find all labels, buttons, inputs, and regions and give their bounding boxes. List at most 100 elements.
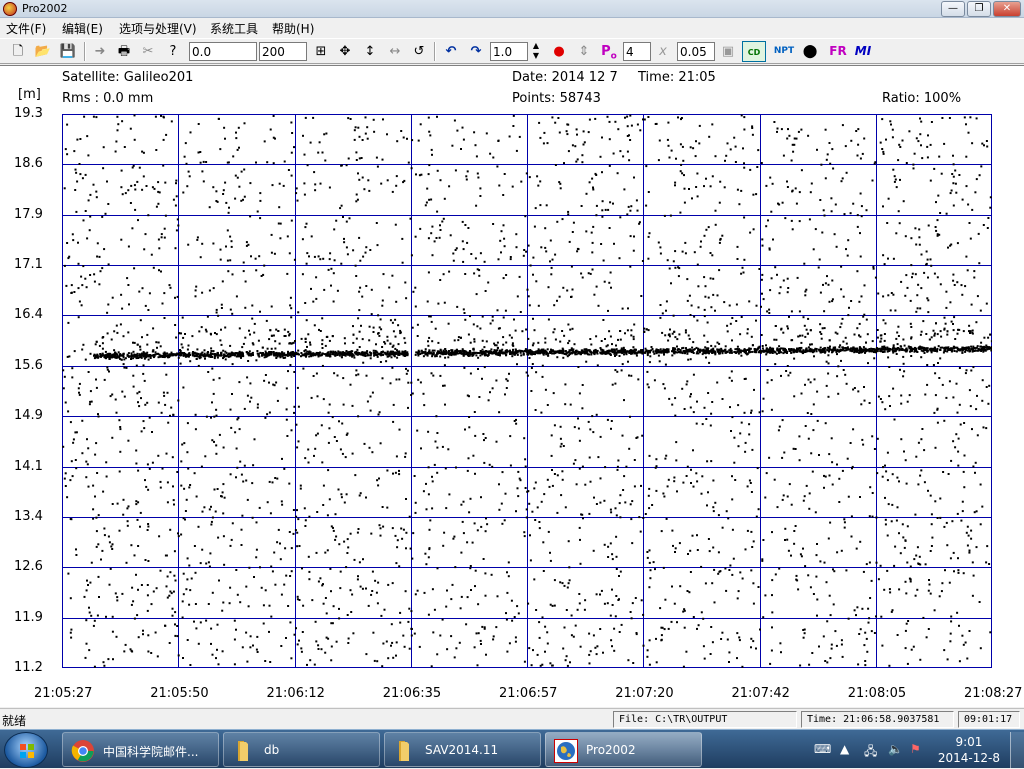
save-icon[interactable]: 💾 [58, 41, 78, 62]
minimize-button[interactable]: — [941, 1, 965, 17]
redo-icon[interactable]: ↷ [466, 41, 486, 62]
npt-icon[interactable]: NPT [772, 41, 796, 62]
noise-point [71, 460, 73, 462]
threshold-field[interactable] [677, 42, 715, 61]
help-question-icon[interactable]: ? [163, 41, 183, 62]
noise-point [380, 318, 382, 320]
open-folder-icon[interactable]: 📂 [33, 41, 53, 62]
noise-point [238, 127, 240, 129]
noise-point [248, 605, 250, 607]
noise-point [251, 318, 253, 320]
noise-point [731, 416, 733, 418]
signal-point [569, 353, 571, 355]
noise-point [450, 598, 452, 600]
noise-point [75, 172, 77, 174]
vertical-resize-icon[interactable]: ↕ [360, 41, 380, 62]
noise-point [737, 189, 739, 191]
noise-point [65, 148, 67, 150]
noise-point [280, 223, 282, 225]
scatter-plot[interactable] [62, 114, 992, 668]
noise-point [350, 589, 352, 591]
close-button[interactable]: ✕ [993, 1, 1021, 17]
noise-point [144, 404, 146, 406]
menu-edit[interactable]: 编辑(E) [62, 20, 103, 37]
record-dot-icon[interactable]: ● [549, 41, 569, 62]
noise-point [603, 500, 605, 502]
noise-point [847, 458, 849, 460]
noise-point [281, 458, 283, 460]
noise-point [664, 215, 666, 217]
noise-point [704, 296, 706, 298]
noise-point [646, 371, 648, 373]
noise-point [476, 293, 478, 295]
noise-point [269, 481, 271, 483]
forward-arrow-icon[interactable]: ➜ [90, 41, 110, 62]
noise-point [99, 256, 101, 258]
disk-icon[interactable]: ▣ [718, 41, 738, 62]
mi-icon[interactable]: MI [851, 41, 875, 62]
noise-point [828, 362, 830, 364]
noise-point [731, 574, 733, 576]
p0-icon[interactable]: Po [599, 41, 619, 62]
noise-point [405, 452, 407, 454]
cd-toggle-icon[interactable]: CD [742, 41, 766, 62]
noise-point [565, 659, 567, 661]
noise-point [750, 531, 752, 533]
cut-icon[interactable]: ✂ [138, 41, 158, 62]
noise-point [482, 316, 484, 318]
noise-point [131, 587, 133, 589]
menu-help[interactable]: 帮助(H) [272, 20, 314, 37]
scale-spinner-icon[interactable]: ▲▼ [528, 41, 544, 62]
point-dot-icon[interactable]: ⬤ [800, 41, 820, 62]
undo-icon[interactable]: ↶ [441, 41, 461, 62]
noise-point [576, 483, 578, 485]
noise-point [946, 334, 948, 336]
app-icon[interactable] [3, 2, 17, 16]
noise-point [295, 424, 297, 426]
noise-point [951, 321, 953, 323]
noise-point [831, 644, 833, 646]
noise-point [495, 380, 497, 382]
noise-point [642, 260, 644, 262]
noise-point [238, 381, 240, 383]
menu-options[interactable]: 选项与处理(V) [119, 20, 197, 37]
noise-point [382, 300, 384, 302]
vertical-adjust-icon[interactable]: ⇕ [574, 41, 594, 62]
noise-point [259, 200, 261, 202]
fr-icon[interactable]: FR [826, 41, 850, 62]
fit-grid-icon[interactable]: ⊞ [311, 41, 331, 62]
noise-point [273, 115, 275, 117]
noise-point [979, 601, 981, 603]
noise-point [526, 517, 528, 519]
noise-point [674, 397, 676, 399]
noise-point [316, 373, 318, 375]
noise-point [862, 444, 864, 446]
p0-field[interactable] [623, 42, 651, 61]
noise-point [939, 517, 941, 519]
noise-point [530, 559, 532, 561]
noise-point [928, 590, 930, 592]
noise-point [745, 378, 747, 380]
noise-point [141, 151, 143, 153]
refresh-icon[interactable]: ↺ [409, 41, 429, 62]
scale-field[interactable] [490, 42, 528, 61]
horizontal-resize-icon[interactable]: ↔ [385, 41, 405, 62]
noise-point [675, 441, 677, 443]
start-field[interactable] [189, 42, 257, 61]
x-variable-icon[interactable]: x [653, 41, 673, 62]
noise-point [544, 337, 546, 339]
span-field[interactable] [259, 42, 307, 61]
menu-system-tools[interactable]: 系统工具 [210, 20, 258, 37]
noise-point [444, 404, 446, 406]
noise-point [137, 589, 139, 591]
print-icon[interactable]: 🖶 [114, 41, 134, 62]
new-file-icon[interactable]: 🗋 [8, 41, 28, 62]
noise-point [579, 539, 581, 541]
move-cross-icon[interactable]: ✥ [335, 41, 355, 62]
noise-point [807, 318, 809, 320]
restore-button[interactable]: ❐ [967, 1, 991, 17]
menu-file[interactable]: 文件(F) [6, 20, 46, 37]
noise-point [539, 527, 541, 529]
noise-point [130, 185, 132, 187]
noise-point [973, 575, 975, 577]
